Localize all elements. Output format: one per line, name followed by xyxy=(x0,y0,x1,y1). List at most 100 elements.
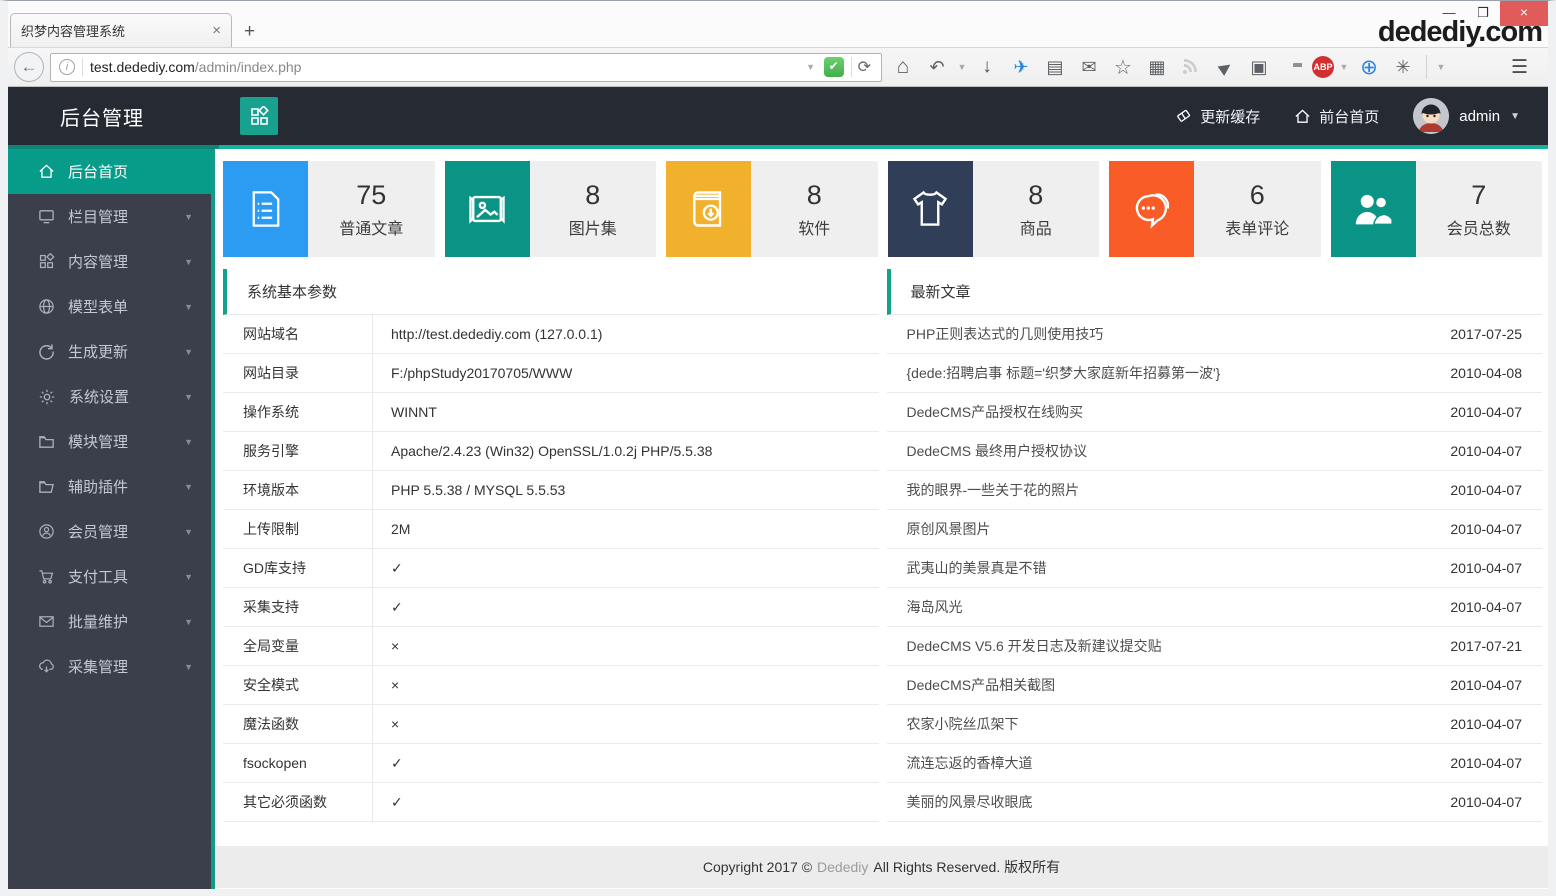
stat-label: 图片集 xyxy=(569,215,617,239)
article-title[interactable]: {dede:招聘启事 标题='织梦大家庭新年招募第一波'} xyxy=(907,363,1221,383)
sidebar-item-members[interactable]: 会员管理 ▼ xyxy=(8,509,211,554)
sidebar-item-content[interactable]: 内容管理 ▼ xyxy=(8,239,211,284)
sidebar-item-collect[interactable]: 采集管理 ▼ xyxy=(8,644,211,689)
adguard-shield-icon[interactable]: ✔ xyxy=(824,57,844,77)
close-button[interactable]: × xyxy=(1500,1,1548,26)
chevron-down-icon: ▼ xyxy=(184,437,193,447)
sidebar-toggle-button[interactable] xyxy=(240,97,278,135)
sidebar-item-modules[interactable]: 模块管理 ▼ xyxy=(8,419,211,464)
sidebar-item-label: 辅助插件 xyxy=(68,476,128,497)
rss-icon[interactable] xyxy=(1176,56,1206,79)
sidebar-item-payment[interactable]: 支付工具 ▼ xyxy=(8,554,211,599)
abp-caret-icon[interactable]: ▼ xyxy=(1338,62,1350,72)
overflow-caret-icon[interactable]: ▼ xyxy=(1435,62,1447,72)
stat-card-members[interactable]: 7会员总数 xyxy=(1331,161,1543,257)
article-date: 2010-04-07 xyxy=(1450,443,1522,459)
article-row[interactable]: 流连忘返的香樟大道 2010-04-07 xyxy=(887,744,1543,783)
undo-caret-icon[interactable]: ▼ xyxy=(956,62,968,72)
undo-icon[interactable]: ↶ xyxy=(922,57,952,78)
home-icon xyxy=(38,163,55,180)
article-title[interactable]: DedeCMS 最终用户授权协议 xyxy=(907,441,1087,461)
clipboard-icon[interactable]: ▦ xyxy=(1142,57,1172,78)
param-value: ✓ xyxy=(373,560,403,577)
article-title[interactable]: 武夷山的美景真是不错 xyxy=(907,558,1047,578)
sidebar-item-columns[interactable]: 栏目管理 ▼ xyxy=(8,194,211,239)
article-title[interactable]: 农家小院丝瓜架下 xyxy=(907,714,1019,734)
article-title[interactable]: 我的眼界-一些关于花的照片 xyxy=(907,480,1080,500)
stat-card-goods[interactable]: 8商品 xyxy=(888,161,1100,257)
article-row[interactable]: DedeCMS 最终用户授权协议 2010-04-07 xyxy=(887,432,1543,471)
article-row[interactable]: 我的眼界-一些关于花的照片 2010-04-07 xyxy=(887,471,1543,510)
url-dropdown-icon[interactable]: ▼ xyxy=(805,62,817,72)
adblock-plus-icon[interactable]: ABP xyxy=(1312,56,1334,78)
maximize-button[interactable]: ❒ xyxy=(1466,1,1500,21)
front-home-button[interactable]: 前台首页 xyxy=(1294,106,1379,127)
sidebar-item-settings[interactable]: 系统设置 ▼ xyxy=(8,374,211,419)
stat-value: 75 xyxy=(356,180,386,211)
article-row[interactable]: 美丽的风景尽收眼底 2010-04-07 xyxy=(887,783,1543,822)
url-bar[interactable]: i test.dedediy.com/admin/index.php ▼ ✔ ⟳ xyxy=(50,53,882,82)
tab-close-icon[interactable]: × xyxy=(212,22,221,39)
article-row[interactable]: DedeCMS产品相关截图 2010-04-07 xyxy=(887,666,1543,705)
site-info-icon[interactable]: i xyxy=(59,59,75,75)
article-title[interactable]: DedeCMS V5.6 开发日志及新建议提交贴 xyxy=(907,636,1162,656)
article-title[interactable]: 原创风景图片 xyxy=(907,519,991,539)
menu-icon[interactable]: ☰ xyxy=(1501,56,1538,79)
article-row[interactable]: DedeCMS V5.6 开发日志及新建议提交贴 2017-07-21 xyxy=(887,627,1543,666)
article-title[interactable]: 美丽的风景尽收眼底 xyxy=(907,792,1033,812)
rights-text: All Rights Reserved. 版权所有 xyxy=(873,857,1060,877)
article-title[interactable]: DedeCMS产品相关截图 xyxy=(907,675,1056,695)
mail-icon[interactable]: ✉ xyxy=(1074,57,1104,78)
sidebar-item-models[interactable]: 模型表单 ▼ xyxy=(8,284,211,329)
sidebar-item-dashboard[interactable]: 后台首页 xyxy=(8,149,211,194)
send-icon[interactable]: ▶ xyxy=(1208,51,1243,83)
new-tab-button[interactable]: + xyxy=(232,21,269,47)
stat-card-articles[interactable]: 75普通文章 xyxy=(223,161,435,257)
article-title[interactable]: PHP正则表达式的几则使用技巧 xyxy=(907,324,1104,344)
article-row[interactable]: 原创风景图片 2010-04-07 xyxy=(887,510,1543,549)
param-row: GD库支持 ✓ xyxy=(223,549,879,588)
panel-title: 系统基本参数 xyxy=(223,269,879,315)
stat-card-software[interactable]: 8软件 xyxy=(666,161,878,257)
reload-icon[interactable]: ⟳ xyxy=(851,57,877,77)
param-label: fsockopen xyxy=(223,744,373,782)
article-date: 2010-04-07 xyxy=(1450,599,1522,615)
sidebar-item-plugins[interactable]: 辅助插件 ▼ xyxy=(8,464,211,509)
stat-card-galleries[interactable]: 8图片集 xyxy=(445,161,657,257)
brand-link[interactable]: Dedediy xyxy=(817,859,868,875)
article-title[interactable]: 流连忘返的香樟大道 xyxy=(907,753,1033,773)
sidebar-panel-icon[interactable]: ▣ xyxy=(1244,57,1274,78)
chevron-down-icon: ▼ xyxy=(184,302,193,312)
param-row: 魔法函数 × xyxy=(223,705,879,744)
param-value: × xyxy=(373,677,399,693)
main-content: 75普通文章 8图片集 8软件 xyxy=(215,149,1548,889)
browser-tab[interactable]: 织梦内容管理系统 × xyxy=(10,13,232,47)
home-icon[interactable]: ⌂ xyxy=(888,55,918,79)
sidebar-item-batch[interactable]: 批量维护 ▼ xyxy=(8,599,211,644)
article-row[interactable]: 海岛风光 2010-04-07 xyxy=(887,588,1543,627)
stat-cards: 75普通文章 8图片集 8软件 xyxy=(223,161,1542,257)
user-menu[interactable]: admin ▼ xyxy=(1413,98,1520,134)
article-row[interactable]: 武夷山的美景真是不错 2010-04-07 xyxy=(887,549,1543,588)
bookmark-star-icon[interactable]: ☆ xyxy=(1108,55,1138,80)
contacts-icon[interactable]: ▤ xyxy=(1040,57,1070,78)
article-row[interactable]: DedeCMS产品授权在线购买 2010-04-07 xyxy=(887,393,1543,432)
globe-icon[interactable]: ⊕ xyxy=(1354,55,1384,80)
param-label: 网站域名 xyxy=(223,315,373,353)
article-row[interactable]: {dede:招聘启事 标题='织梦大家庭新年招募第一波'} 2010-04-08 xyxy=(887,354,1543,393)
stat-card-comments[interactable]: 6表单评论 xyxy=(1109,161,1321,257)
sidebar-item-generate[interactable]: 生成更新 ▼ xyxy=(8,329,211,374)
url-text[interactable]: test.dedediy.com/admin/index.php xyxy=(90,59,798,75)
download-icon[interactable]: ↓ xyxy=(972,56,1002,78)
url-domain: test.dedediy.com xyxy=(90,59,195,75)
thunder-icon[interactable]: ✈ xyxy=(1006,57,1036,78)
article-row[interactable]: PHP正则表达式的几则使用技巧 2017-07-25 xyxy=(887,315,1543,354)
article-row[interactable]: 农家小院丝瓜架下 2010-04-07 xyxy=(887,705,1543,744)
article-title[interactable]: 海岛风光 xyxy=(907,597,963,617)
param-label: 上传限制 xyxy=(223,510,373,548)
plugin-icon[interactable]: ✳ xyxy=(1388,57,1418,78)
back-button[interactable]: ← xyxy=(14,52,44,82)
minimize-button[interactable]: — xyxy=(1432,1,1466,20)
update-cache-button[interactable]: 更新缓存 xyxy=(1175,106,1260,127)
article-title[interactable]: DedeCMS产品授权在线购买 xyxy=(907,402,1084,422)
